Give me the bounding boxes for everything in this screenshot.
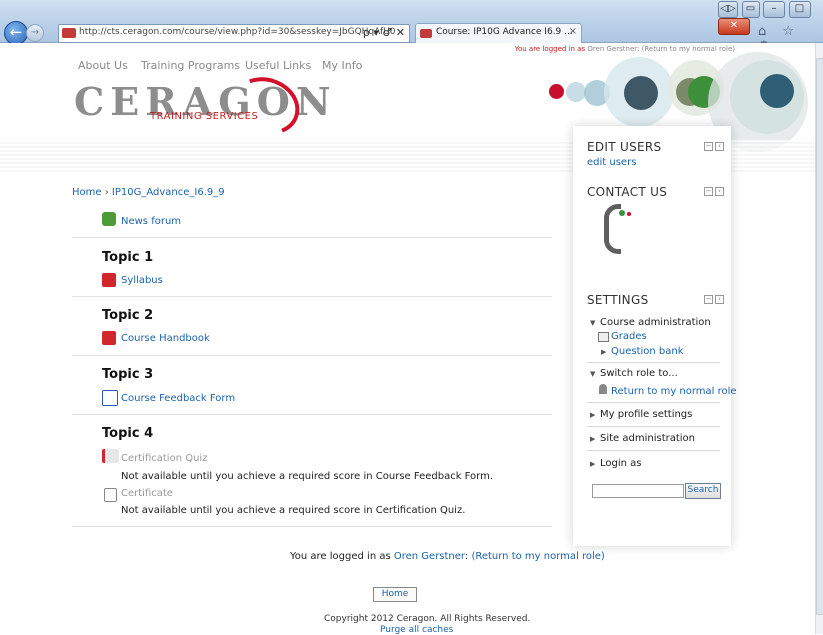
deco-slate-dot — [624, 76, 658, 110]
deco-pale-dot — [566, 82, 586, 102]
settings-divider — [587, 450, 720, 451]
topic-1-title: Topic 1 — [102, 250, 154, 265]
compat-view-button[interactable]: ◁▷ — [718, 1, 738, 18]
dock-icon[interactable]: ‹ — [715, 187, 724, 196]
login-as-node[interactable]: Login as — [600, 458, 642, 469]
section-divider — [72, 414, 552, 415]
login-status: You are logged in as Oren Gerstner: (Ret… — [514, 45, 735, 53]
section-divider — [72, 526, 552, 527]
scrollbar-thumb[interactable] — [816, 58, 823, 615]
footer-return-role-link[interactable]: (Return to my normal role) — [471, 551, 604, 562]
section-divider — [72, 355, 552, 356]
topic-4-title: Topic 4 — [102, 426, 154, 441]
section-divider — [72, 296, 552, 297]
window-controls: ◁▷ ▭ – □ ✕ — [718, 1, 823, 35]
address-url: http://cts.ceragon.com/course/view.php?i… — [79, 27, 396, 37]
collapsed-triangle-icon: ▶ — [590, 411, 596, 419]
certification-quiz-link: Certification Quiz — [121, 453, 208, 464]
minimize-button[interactable]: – — [763, 1, 785, 18]
feedback-form-icon — [102, 390, 118, 406]
quiz-restriction-note: Not available until you achieve a requir… — [121, 471, 494, 482]
dock-icon[interactable]: ‹ — [715, 142, 724, 151]
certificate-restriction-note: Not available until you achieve a requir… — [121, 505, 466, 516]
login-user-link[interactable]: Oren Gerstner — [587, 45, 637, 53]
copyright-text: Copyright 2012 Ceragon. All Rights Reser… — [324, 614, 531, 624]
nav-my-info[interactable]: My Info — [322, 59, 362, 72]
forward-button[interactable]: → — [26, 24, 44, 42]
topic-3-title: Topic 3 — [102, 367, 154, 382]
section-divider — [72, 237, 552, 238]
nav-about-us[interactable]: About Us — [78, 59, 128, 72]
collapse-icon[interactable]: − — [704, 187, 713, 196]
settings-divider — [587, 426, 720, 427]
login-prefix: You are logged in as — [514, 45, 586, 53]
search-input[interactable] — [592, 484, 684, 498]
breadcrumb: Home › IP10G_Advance_I6.9_9 — [72, 187, 225, 198]
switch-role-node[interactable]: Switch role to... — [600, 368, 678, 379]
course-handbook-link[interactable]: Course Handbook — [121, 333, 210, 344]
collapse-icon[interactable]: − — [704, 142, 713, 151]
contact-us-title: CONTACT US — [587, 185, 668, 199]
syllabus-link[interactable]: Syllabus — [121, 275, 163, 286]
close-window-button[interactable]: ✕ — [718, 18, 750, 35]
expanded-triangle-icon: ▼ — [590, 319, 596, 327]
expanded-triangle-icon: ▼ — [590, 370, 596, 378]
collapsed-triangle-icon: ▶ — [590, 460, 596, 468]
tab-close-icon[interactable]: × — [569, 26, 577, 37]
logo-subtitle: TRAINING SERVICES — [150, 111, 259, 122]
pdf-icon — [102, 331, 116, 345]
footer-home-link[interactable]: Home — [373, 587, 417, 602]
search-button[interactable]: Search — [685, 483, 721, 499]
footer-login-prefix: You are logged in as — [290, 551, 391, 562]
return-role-link[interactable]: (Return to my normal role) — [642, 45, 735, 53]
browser-tab[interactable]: Course: IP10G Advance I6.9 ... × — [415, 23, 582, 43]
collapsed-triangle-icon: ▶ — [601, 348, 607, 356]
quiz-check-icon — [102, 449, 119, 463]
breadcrumb-separator: › — [104, 187, 109, 198]
forum-icon — [102, 212, 116, 226]
settings-divider — [587, 402, 720, 403]
grades-link[interactable]: Grades — [611, 331, 647, 342]
restore-mini-button[interactable]: ▭ — [741, 1, 760, 18]
tab-title: Course: IP10G Advance I6.9 ... — [436, 27, 573, 37]
breadcrumb-home[interactable]: Home — [72, 187, 102, 198]
maximize-button[interactable]: □ — [788, 1, 811, 18]
phone-signal-red-icon — [627, 212, 631, 216]
nav-training-programs[interactable]: Training Programs — [141, 59, 240, 72]
news-forum-link[interactable]: News forum — [121, 216, 181, 227]
deco-red-dot — [549, 84, 564, 99]
footer-user-link[interactable]: Oren Gerstner — [394, 551, 465, 562]
phone-signal-green-icon — [619, 210, 625, 216]
breadcrumb-course[interactable]: IP10G_Advance_I6.9_9 — [112, 187, 225, 198]
address-controls[interactable]: ρ ▾ ♂ ✕ — [363, 26, 405, 39]
grades-icon — [598, 332, 609, 342]
footer-login-status: You are logged in as Oren Gerstner: (Ret… — [290, 551, 605, 562]
site-administration-node[interactable]: Site administration — [600, 433, 695, 444]
address-bar[interactable]: http://cts.ceragon.com/course/view.php?i… — [58, 24, 410, 43]
tab-favicon-icon — [420, 29, 432, 38]
topic-2-title: Topic 2 — [102, 308, 154, 323]
certificate-icon — [104, 488, 117, 502]
course-administration-node[interactable]: Course administration — [600, 317, 711, 328]
edit-users-link[interactable]: edit users — [587, 157, 636, 168]
collapsed-triangle-icon: ▶ — [590, 435, 596, 443]
certificate-link: Certificate — [121, 488, 173, 499]
dock-icon[interactable]: ‹ — [715, 295, 724, 304]
settings-divider — [587, 362, 720, 363]
back-button[interactable]: ← — [4, 21, 28, 45]
feedback-form-link[interactable]: Course Feedback Form — [121, 393, 235, 404]
collapse-icon[interactable]: − — [704, 295, 713, 304]
settings-title: SETTINGS — [587, 293, 649, 307]
pdf-icon — [102, 273, 116, 287]
deco-teal-dot — [760, 74, 794, 108]
return-normal-role-link[interactable]: Return to my normal role — [611, 386, 737, 397]
nav-useful-links[interactable]: Useful Links — [245, 59, 311, 72]
site-favicon-icon — [62, 28, 76, 38]
question-bank-link[interactable]: Question bank — [611, 346, 684, 357]
my-profile-settings-node[interactable]: My profile settings — [600, 409, 692, 420]
user-icon — [599, 384, 607, 394]
edit-users-title: EDIT USERS — [587, 140, 662, 154]
